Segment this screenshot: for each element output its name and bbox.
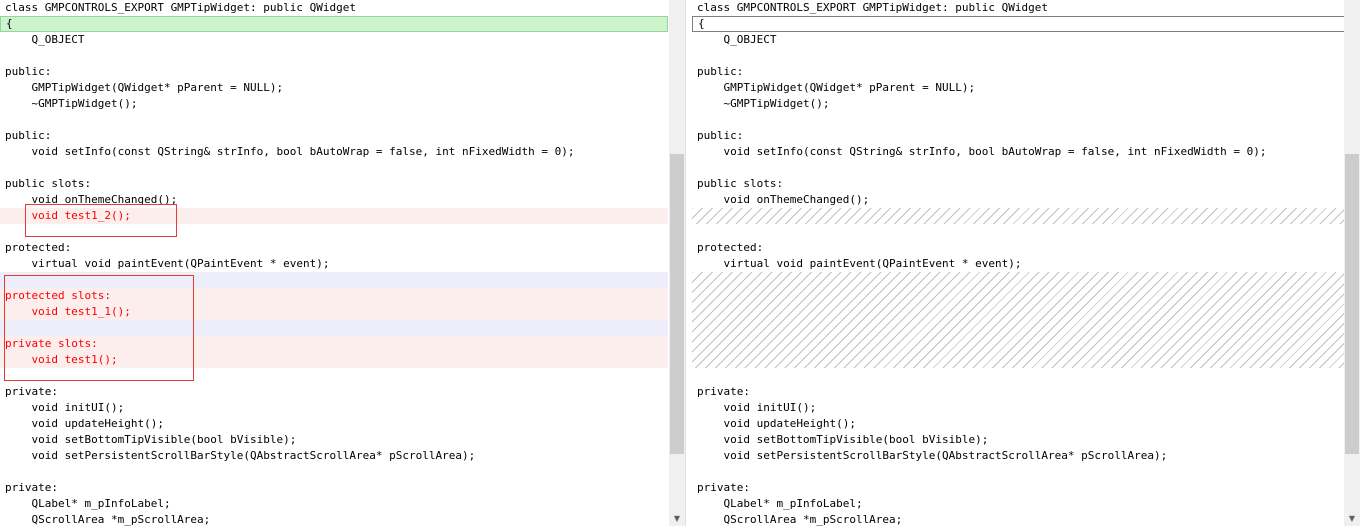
code-line[interactable]: private slots: xyxy=(0,336,668,352)
code-line[interactable]: ~GMPTipWidget(); xyxy=(0,96,668,112)
code-line[interactable]: virtual void paintEvent(QPaintEvent * ev… xyxy=(692,256,1354,272)
code-line[interactable]: void test1_1(); xyxy=(0,304,668,320)
code-line[interactable]: void initUI(); xyxy=(692,400,1354,416)
code-line[interactable]: public: xyxy=(692,64,1354,80)
missing-lines-placeholder xyxy=(692,208,1354,224)
code-line[interactable]: private: xyxy=(692,384,1354,400)
code-line[interactable]: ~GMPTipWidget(); xyxy=(692,96,1354,112)
code-line[interactable]: QScrollArea *m_pScrollArea; xyxy=(0,512,668,526)
left-vertical-scrollbar[interactable]: ▼ xyxy=(669,0,685,526)
code-line[interactable]: Q_OBJECT xyxy=(0,32,668,48)
code-line[interactable] xyxy=(0,320,668,336)
code-line[interactable]: private: xyxy=(0,480,668,496)
code-line[interactable]: void test1_2(); xyxy=(0,208,668,224)
code-line[interactable]: QLabel* m_pInfoLabel; xyxy=(0,496,668,512)
right-vertical-scrollbar[interactable]: ▼ xyxy=(1344,0,1360,526)
code-line[interactable] xyxy=(0,112,668,128)
code-line[interactable] xyxy=(0,464,668,480)
missing-lines-placeholder xyxy=(692,272,1354,368)
code-line[interactable]: GMPTipWidget(QWidget* pParent = NULL); xyxy=(0,80,668,96)
code-line[interactable]: public: xyxy=(0,64,668,80)
code-line[interactable]: void setInfo(const QString& strInfo, boo… xyxy=(0,144,668,160)
code-line[interactable] xyxy=(0,160,668,176)
code-line[interactable] xyxy=(692,368,1354,384)
code-line[interactable]: public slots: xyxy=(0,176,668,192)
code-line[interactable]: GMPTipWidget(QWidget* pParent = NULL); xyxy=(692,80,1354,96)
code-line[interactable]: Q_OBJECT xyxy=(692,32,1354,48)
code-line[interactable]: void setBottomTipVisible(bool bVisible); xyxy=(0,432,668,448)
code-line[interactable]: private: xyxy=(0,384,668,400)
code-line[interactable] xyxy=(692,112,1354,128)
code-line[interactable] xyxy=(0,368,668,384)
code-line[interactable]: { xyxy=(692,16,1354,32)
code-line[interactable] xyxy=(692,160,1354,176)
code-line[interactable] xyxy=(692,224,1354,240)
code-line[interactable]: void setPersistentScrollBarStyle(QAbstra… xyxy=(692,448,1354,464)
code-line[interactable]: QLabel* m_pInfoLabel; xyxy=(692,496,1354,512)
code-line[interactable] xyxy=(0,224,668,240)
code-line[interactable]: private: xyxy=(692,480,1354,496)
code-line[interactable]: void test1(); xyxy=(0,352,668,368)
code-line[interactable]: void setInfo(const QString& strInfo, boo… xyxy=(692,144,1354,160)
code-line[interactable]: public: xyxy=(692,128,1354,144)
right-code-pane[interactable]: class GMPCONTROLS_EXPORT GMPTipWidget: p… xyxy=(692,0,1354,526)
code-line[interactable]: class GMPCONTROLS_EXPORT GMPTipWidget: p… xyxy=(0,0,668,16)
code-line[interactable]: public: xyxy=(0,128,668,144)
code-line[interactable]: public slots: xyxy=(692,176,1354,192)
code-line[interactable]: virtual void paintEvent(QPaintEvent * ev… xyxy=(0,256,668,272)
code-line[interactable]: void onThemeChanged(); xyxy=(692,192,1354,208)
code-line[interactable]: { xyxy=(0,16,668,32)
code-line[interactable] xyxy=(0,272,668,288)
code-line[interactable]: void onThemeChanged(); xyxy=(0,192,668,208)
code-line[interactable] xyxy=(0,48,668,64)
code-line[interactable]: void updateHeight(); xyxy=(0,416,668,432)
code-line[interactable]: void updateHeight(); xyxy=(692,416,1354,432)
code-line[interactable]: protected slots: xyxy=(0,288,668,304)
right-scroll-down-arrow-icon[interactable]: ▼ xyxy=(1344,512,1360,526)
code-line[interactable] xyxy=(692,48,1354,64)
left-scroll-thumb[interactable] xyxy=(670,154,684,454)
code-line[interactable]: void initUI(); xyxy=(0,400,668,416)
code-line[interactable]: QScrollArea *m_pScrollArea; xyxy=(692,512,1354,526)
code-line[interactable] xyxy=(692,464,1354,480)
left-scroll-down-arrow-icon[interactable]: ▼ xyxy=(669,512,685,526)
left-code-pane[interactable]: class GMPCONTROLS_EXPORT GMPTipWidget: p… xyxy=(0,0,668,526)
right-scroll-thumb[interactable] xyxy=(1345,154,1359,454)
code-line[interactable]: void setBottomTipVisible(bool bVisible); xyxy=(692,432,1354,448)
code-line[interactable]: void setPersistentScrollBarStyle(QAbstra… xyxy=(0,448,668,464)
code-line[interactable]: protected: xyxy=(0,240,668,256)
code-line[interactable]: class GMPCONTROLS_EXPORT GMPTipWidget: p… xyxy=(692,0,1354,16)
code-line[interactable]: protected: xyxy=(692,240,1354,256)
